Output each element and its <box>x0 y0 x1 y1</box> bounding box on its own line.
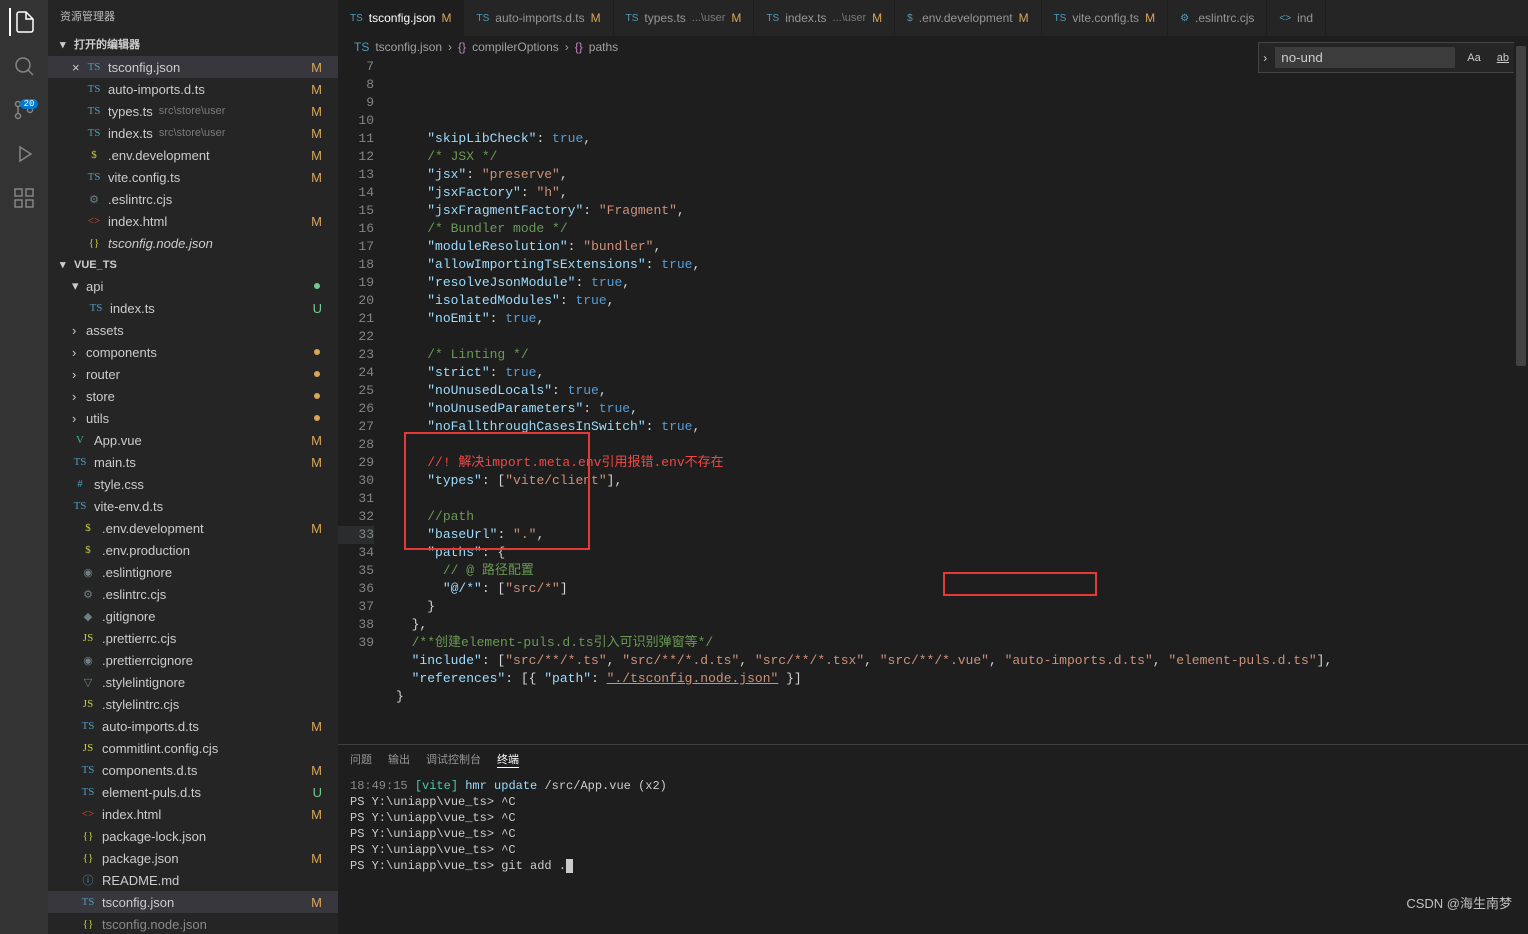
file-item[interactable]: ◆.gitignore <box>48 605 338 627</box>
file-item[interactable]: TSvite-env.d.ts <box>48 495 338 517</box>
file-item[interactable]: JS.stylelintrc.cjs <box>48 693 338 715</box>
editor-tab[interactable]: TStsconfig.jsonM <box>338 0 464 36</box>
editor-tab[interactable]: TSindex.ts...\userM <box>754 0 895 36</box>
open-editor-item[interactable]: TSindex.tssrc\store\userM <box>48 122 338 144</box>
files-icon[interactable] <box>9 8 37 36</box>
scrollbar-track[interactable] <box>1514 36 1528 744</box>
editor-tab[interactable]: $.env.developmentM <box>895 0 1041 36</box>
terminal-tab[interactable]: 问题 <box>350 751 372 768</box>
project-section[interactable]: ▾VUE_TS <box>48 254 338 275</box>
editor-tab[interactable]: TSvite.config.tsM <box>1042 0 1168 36</box>
file-item[interactable]: TScomponents.d.tsM <box>48 759 338 781</box>
editor-tab[interactable]: TSauto-imports.d.tsM <box>464 0 613 36</box>
editor-tab[interactable]: TStypes.ts...\userM <box>614 0 755 36</box>
file-item[interactable]: ◉.prettierrcignore <box>48 649 338 671</box>
open-editor-item[interactable]: TSauto-imports.d.tsM <box>48 78 338 100</box>
watermark: CSDN @海生南梦 <box>1406 893 1512 912</box>
terminal-tab[interactable]: 终端 <box>497 751 519 768</box>
search-icon[interactable] <box>10 52 38 80</box>
folder-item[interactable]: ›components <box>48 341 338 363</box>
file-item[interactable]: TSelement-puls.d.tsU <box>48 781 338 803</box>
file-item[interactable]: <>index.htmlM <box>48 803 338 825</box>
folder-item[interactable]: ▾api <box>48 275 338 297</box>
editor-tab[interactable]: <>ind <box>1267 0 1326 36</box>
open-editor-item[interactable]: $.env.developmentM <box>48 144 338 166</box>
file-item[interactable]: TSauto-imports.d.tsM <box>48 715 338 737</box>
editor[interactable]: 7891011121314151617181920212223242526272… <box>338 58 1528 744</box>
open-editor-item[interactable]: <>index.htmlM <box>48 210 338 232</box>
file-item[interactable]: TStsconfig.jsonM <box>48 891 338 913</box>
open-editor-item[interactable]: ⚙.eslintrc.cjs <box>48 188 338 210</box>
scm-icon[interactable]: 20 <box>10 96 38 124</box>
file-item[interactable]: TSindex.tsU <box>48 297 338 319</box>
file-item[interactable]: {}tsconfig.node.json <box>48 913 338 934</box>
folder-item[interactable]: ›utils <box>48 407 338 429</box>
open-editor-item[interactable]: TSvite.config.tsM <box>48 166 338 188</box>
file-item[interactable]: JScommitlint.config.cjs <box>48 737 338 759</box>
code-area[interactable]: "skipLibCheck": true, /* JSX */ "jsx": "… <box>388 58 1528 744</box>
open-editor-item[interactable]: ×TStsconfig.jsonM <box>48 56 338 78</box>
line-gutter: 7891011121314151617181920212223242526272… <box>338 58 388 744</box>
file-item[interactable]: ⚙.eslintrc.cjs <box>48 583 338 605</box>
folder-item[interactable]: ›assets <box>48 319 338 341</box>
extensions-icon[interactable] <box>10 184 38 212</box>
terminal-tabs: 问题输出调试控制台终端 <box>338 745 1528 774</box>
terminal-tab[interactable]: 输出 <box>388 751 410 768</box>
editor-tab[interactable]: ⚙.eslintrc.cjs <box>1168 0 1267 36</box>
terminal-tab[interactable]: 调试控制台 <box>426 751 481 768</box>
sidebar: 资源管理器 ▾打开的编辑器 ×TStsconfig.jsonMTSauto-im… <box>48 0 338 934</box>
open-editor-item[interactable]: {}tsconfig.node.json <box>48 232 338 254</box>
file-item[interactable]: {}package-lock.json <box>48 825 338 847</box>
file-item[interactable]: VApp.vueM <box>48 429 338 451</box>
scrollbar-thumb[interactable] <box>1516 46 1526 366</box>
file-item[interactable]: TSmain.tsM <box>48 451 338 473</box>
editor-tabs: TStsconfig.jsonMTSauto-imports.d.tsMTSty… <box>338 0 1528 36</box>
file-item[interactable]: $.env.developmentM <box>48 517 338 539</box>
file-item[interactable]: ◉.eslintignore <box>48 561 338 583</box>
file-item[interactable]: ▽.stylelintignore <box>48 671 338 693</box>
folder-item[interactable]: ›store <box>48 385 338 407</box>
file-item[interactable]: $.env.production <box>48 539 338 561</box>
folder-item[interactable]: ›router <box>48 363 338 385</box>
file-item[interactable]: ⓘREADME.md <box>48 869 338 891</box>
file-tree: ▾apiTSindex.tsU›assets›components›router… <box>48 275 338 934</box>
file-icon: TS <box>354 40 369 54</box>
sidebar-title: 资源管理器 <box>48 0 338 32</box>
scm-badge: 20 <box>20 99 39 109</box>
file-item[interactable]: JS.prettierrc.cjs <box>48 627 338 649</box>
activity-bar: 20 <box>0 0 48 934</box>
file-item[interactable]: {}package.jsonM <box>48 847 338 869</box>
open-editor-item[interactable]: TStypes.tssrc\store\userM <box>48 100 338 122</box>
debug-icon[interactable] <box>10 140 38 168</box>
terminal-panel: 问题输出调试控制台终端 18:49:15 [vite] hmr update /… <box>338 744 1528 934</box>
main: TStsconfig.jsonMTSauto-imports.d.tsMTSty… <box>338 0 1528 934</box>
terminal-body[interactable]: 18:49:15 [vite] hmr update /src/App.vue … <box>338 774 1528 934</box>
open-editors-section[interactable]: ▾打开的编辑器 <box>48 32 338 56</box>
file-item[interactable]: #style.css <box>48 473 338 495</box>
open-editors-list: ×TStsconfig.jsonMTSauto-imports.d.tsMTSt… <box>48 56 338 254</box>
